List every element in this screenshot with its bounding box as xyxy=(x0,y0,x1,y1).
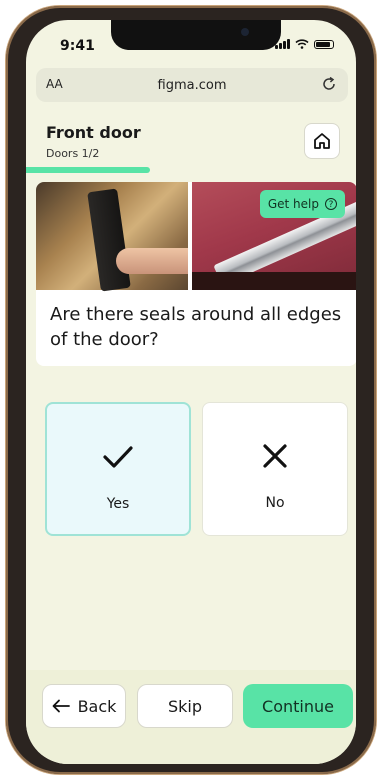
check-icon xyxy=(103,446,133,468)
skip-button[interactable]: Skip xyxy=(137,684,233,728)
battery-icon xyxy=(314,39,334,49)
signal-icon xyxy=(275,39,290,49)
back-label: Back xyxy=(77,696,117,716)
door-seal-photo xyxy=(36,182,188,292)
answer-yes-label: Yes xyxy=(106,496,130,512)
notch xyxy=(111,20,281,50)
progress-fill xyxy=(26,167,150,173)
skip-label: Skip xyxy=(167,696,203,716)
continue-label: Continue xyxy=(262,696,334,716)
help-icon: ? xyxy=(325,198,337,210)
status-icons xyxy=(275,39,334,49)
url-text: figma.com xyxy=(157,78,227,93)
progress-bar xyxy=(26,167,356,173)
answer-yes[interactable]: Yes xyxy=(45,402,191,536)
question-text: Are there seals around all edges of the … xyxy=(50,304,342,350)
get-help-label: Get help xyxy=(267,197,319,211)
status-time: 9:41 xyxy=(60,38,95,54)
page-subtitle: Doors 1/2 xyxy=(46,147,100,160)
page-title: Front door xyxy=(46,123,141,142)
arrow-left-icon xyxy=(52,699,70,713)
question-card: Get help ? Are there seals around all ed… xyxy=(36,182,356,366)
camera-icon xyxy=(241,28,249,36)
app-screen: 9:41 AA figma.com Front door Doors 1/2 G… xyxy=(26,20,356,764)
home-icon xyxy=(314,133,330,149)
address-bar[interactable]: AA figma.com xyxy=(36,68,348,102)
get-help-button[interactable]: Get help ? xyxy=(259,190,345,218)
home-button[interactable] xyxy=(304,123,340,159)
reload-icon[interactable] xyxy=(320,75,338,93)
answer-no-label: No xyxy=(265,495,285,511)
close-icon xyxy=(263,444,287,468)
continue-button[interactable]: Continue xyxy=(243,684,353,728)
wifi-icon xyxy=(295,39,309,49)
answer-no[interactable]: No xyxy=(202,402,348,536)
back-button[interactable]: Back xyxy=(42,684,126,728)
